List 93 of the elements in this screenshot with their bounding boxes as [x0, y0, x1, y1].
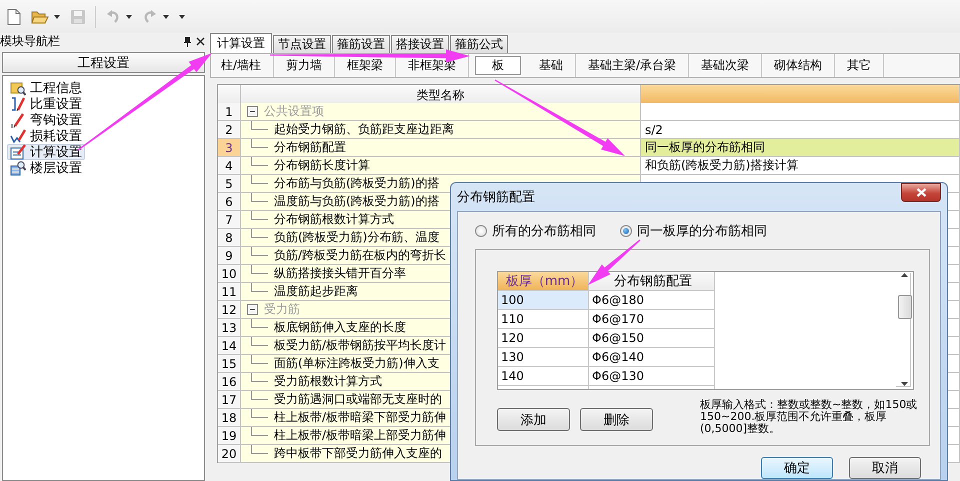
cancel-button[interactable]: 取消	[849, 457, 921, 479]
row-number: 16	[218, 373, 241, 391]
row-number: 9	[218, 247, 241, 265]
table-cell[interactable]: 100	[498, 291, 589, 310]
tab[interactable]: 箍筋公式	[450, 35, 508, 53]
row-number: 17	[218, 391, 241, 409]
action-button[interactable]: 添加	[497, 408, 570, 431]
row-number: 11	[218, 283, 241, 301]
row-number: 18	[218, 409, 241, 427]
nav-item[interactable]: 比重设置	[7, 96, 85, 112]
ok-button[interactable]: 确定	[761, 457, 833, 479]
caret-icon	[54, 14, 60, 18]
caret-icon	[163, 14, 169, 18]
hint-text: 板厚输入格式：整数或整数~整数，如150或150~200.板厚范围不允许重叠，板厚(0,5000]整数。	[700, 399, 918, 435]
ruler-pencil-icon	[10, 96, 26, 112]
tab[interactable]: 搭接设置	[391, 35, 449, 53]
tab[interactable]: 计算设置	[210, 33, 272, 53]
setting-name[interactable]: 起始受力钢筋、负筋距支座边距离	[241, 121, 641, 139]
chart-pencil-icon	[10, 128, 26, 144]
document-icon	[7, 8, 21, 24]
folder-icon	[31, 8, 49, 24]
column-header: 板厚（mm）	[498, 272, 589, 291]
table-cell[interactable]: Φ6@180	[589, 291, 715, 310]
stacked-sheets-magnifier-icon	[10, 160, 26, 176]
radio-button[interactable]	[475, 224, 487, 236]
table-cell[interactable]: 同一板厚的分布筋相同	[641, 139, 960, 157]
notepad-pencil-icon	[10, 144, 26, 160]
sub-tab[interactable]: 基础主梁/承台梁	[576, 54, 690, 77]
tab[interactable]: 箍筋设置	[332, 35, 390, 53]
row-number: 12	[218, 301, 241, 319]
row-number: 10	[218, 265, 241, 283]
annotation-arrow	[588, 240, 640, 285]
close-icon	[196, 37, 205, 46]
table-cell[interactable]: 140	[498, 367, 589, 386]
sub-tab[interactable]: 板	[475, 56, 522, 75]
sub-tab[interactable]: 其它	[835, 54, 884, 77]
nav-item[interactable]: 损耗设置	[7, 128, 85, 144]
setting-name[interactable]: 分布钢筋长度计算	[241, 157, 641, 175]
table-cell[interactable]: Φ6@150	[589, 329, 715, 348]
row-number: 19	[218, 427, 241, 445]
sub-tab[interactable]: 砌体结构	[762, 54, 836, 77]
caret-icon	[179, 14, 185, 18]
row-number: 14	[218, 337, 241, 355]
table-cell[interactable]	[641, 103, 960, 121]
row-number: 20	[218, 445, 241, 463]
scroll-up-icon[interactable]	[901, 273, 908, 277]
close-button[interactable]	[196, 37, 205, 46]
table-cell[interactable]: 和负筋(跨板受力筋)搭接计算	[641, 157, 960, 175]
scrollbar-thumb[interactable]	[898, 294, 912, 318]
sub-tab[interactable]: 基础	[527, 54, 576, 77]
pin-icon	[183, 36, 192, 47]
pin-button[interactable]	[183, 36, 192, 47]
undo-icon	[105, 8, 121, 24]
nav-item[interactable]: 工程信息	[7, 80, 85, 96]
collapse-toggle-icon[interactable]	[247, 304, 258, 315]
nav-item[interactable]: 楼层设置	[7, 160, 85, 176]
table-cell[interactable]: s/2	[641, 121, 960, 139]
table-cell[interactable]: Φ6@130	[589, 367, 715, 386]
row-number: 6	[218, 193, 241, 211]
table-cell[interactable]: Φ6@170	[589, 310, 715, 329]
nav-item[interactable]: 弯钩设置	[7, 112, 85, 128]
pencil-icon	[10, 112, 26, 128]
section-header[interactable]: 工程设置	[2, 52, 205, 73]
sub-tab[interactable]: 基础次梁	[689, 54, 762, 77]
scroll-down-icon[interactable]	[901, 382, 908, 386]
row-number: 4	[218, 157, 241, 175]
table-cell[interactable]: 120	[498, 329, 589, 348]
setting-name[interactable]: 分布钢筋配置	[241, 139, 641, 157]
row-number: 2	[218, 121, 241, 139]
table-cell[interactable]: 110	[498, 310, 589, 329]
row-number: 15	[218, 355, 241, 373]
close-icon	[916, 188, 926, 197]
action-button[interactable]: 删除	[580, 408, 653, 431]
row-number: 8	[218, 229, 241, 247]
scrollbar[interactable]	[896, 273, 911, 387]
radio-button[interactable]	[620, 224, 632, 236]
collapse-toggle-icon[interactable]	[247, 106, 258, 117]
redo-icon	[142, 8, 158, 24]
close-button[interactable]	[901, 183, 941, 202]
row-number: 13	[218, 319, 241, 337]
row-number: 7	[218, 211, 241, 229]
table-cell[interactable]: 130	[498, 348, 589, 367]
caret-icon	[126, 14, 132, 18]
table-cell[interactable]: Φ6@140	[589, 348, 715, 367]
group-label: 受力筋	[264, 301, 300, 318]
row-number: 3	[218, 139, 241, 157]
column-header: 分布钢筋配置	[589, 272, 715, 291]
tab[interactable]: 节点设置	[273, 35, 331, 53]
folder-magnifier-icon	[10, 80, 26, 96]
row-number: 1	[218, 103, 241, 121]
panel-title: 模块导航栏	[0, 34, 61, 49]
row-number: 5	[218, 175, 241, 193]
nav-item[interactable]: 计算设置	[7, 144, 85, 160]
